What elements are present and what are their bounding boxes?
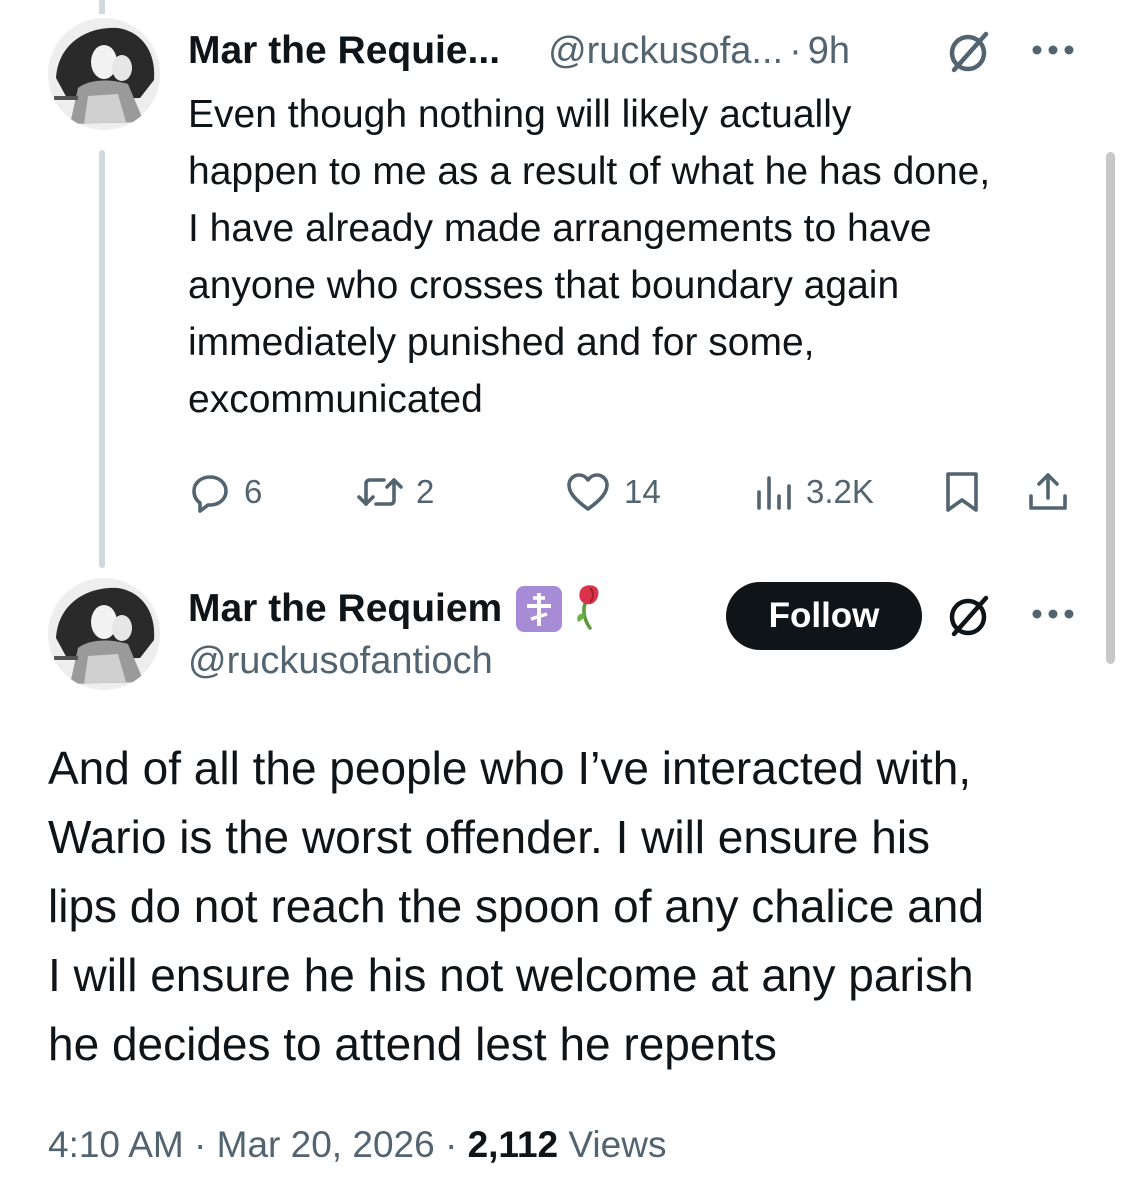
views-count: 2,112 — [467, 1124, 559, 1165]
reply-button[interactable]: 6 — [188, 462, 262, 522]
repost-icon — [357, 478, 403, 506]
wilted-rose-icon — [572, 582, 612, 637]
tweet-date[interactable]: Mar 20, 2026 — [217, 1124, 435, 1165]
tweet-metadata: 4:10 AM · Mar 20, 2026 · 2,112 Views — [48, 1124, 666, 1166]
text-line: he decides to attend lest he repents — [48, 1018, 777, 1070]
avatar[interactable] — [48, 578, 160, 690]
scrollbar[interactable] — [1106, 152, 1115, 664]
orthodox-cross-badge-icon — [516, 586, 563, 632]
follow-button[interactable]: Follow — [726, 582, 922, 650]
bookmark-button[interactable] — [942, 462, 994, 522]
handle[interactable]: @ruckusofa... — [548, 30, 783, 73]
heart-icon — [567, 473, 609, 511]
text-line: lips do not reach the spoon of any chali… — [48, 880, 984, 932]
reply-icon — [192, 475, 228, 513]
repost-button[interactable]: 2 — [356, 462, 434, 522]
text-line: immediately punished and for some, — [188, 321, 815, 364]
separator: · — [434, 1124, 468, 1165]
text-line: happen to me as a result of what he has … — [188, 150, 991, 193]
tweet-time[interactable]: 9h — [808, 30, 850, 73]
repost-count: 2 — [416, 473, 435, 510]
text-line: anyone who crosses that boundary again — [188, 264, 900, 307]
text-line: Even though nothing will likely actually — [188, 93, 852, 136]
parent-tweet-text: Even though nothing will likely actually… — [188, 86, 1088, 428]
like-button[interactable]: 14 — [564, 462, 661, 522]
like-count: 14 — [624, 473, 661, 510]
bookmark-icon — [946, 472, 978, 512]
reply-count: 6 — [244, 473, 263, 510]
main-tweet-text: And of all the people who I’ve interacte… — [48, 734, 1088, 1079]
avatar[interactable] — [48, 18, 160, 130]
parent-tweet-header: Mar the Requie... @ruckusofa... · 9h — [188, 26, 850, 76]
more-icon[interactable] — [1030, 38, 1076, 62]
views-count: 3.2K — [806, 473, 874, 510]
thread-line — [99, 150, 105, 568]
grok-icon[interactable] — [944, 26, 994, 76]
text-line: And of all the people who I’ve interacte… — [48, 742, 972, 794]
text-line: excommunicated — [188, 378, 483, 421]
handle[interactable]: @ruckusofantioch — [188, 640, 493, 683]
tweet-time[interactable]: 4:10 AM — [48, 1124, 184, 1165]
separator: · — [183, 1124, 217, 1165]
views-label: Views — [558, 1124, 667, 1165]
share-button[interactable] — [1026, 462, 1082, 522]
views-chart-icon — [757, 476, 791, 510]
grok-icon[interactable] — [944, 590, 994, 640]
display-name[interactable]: Mar the Requiem — [188, 587, 502, 631]
share-icon — [1029, 473, 1067, 510]
display-name[interactable]: Mar the Requie... — [188, 29, 500, 73]
views-button[interactable]: 3.2K — [754, 462, 874, 522]
main-tweet-header: Mar the Requiem — [188, 584, 612, 634]
text-line: I have already made arrangements to have — [188, 207, 932, 250]
more-icon[interactable] — [1030, 602, 1076, 626]
action-bar: 6 2 14 3.2K — [188, 462, 1078, 522]
text-line: Wario is the worst offender. I will ensu… — [48, 811, 931, 863]
text-line: I will ensure he his not welcome at any … — [48, 949, 974, 1001]
separator: · — [789, 29, 802, 72]
thread-line-top — [99, 0, 105, 14]
